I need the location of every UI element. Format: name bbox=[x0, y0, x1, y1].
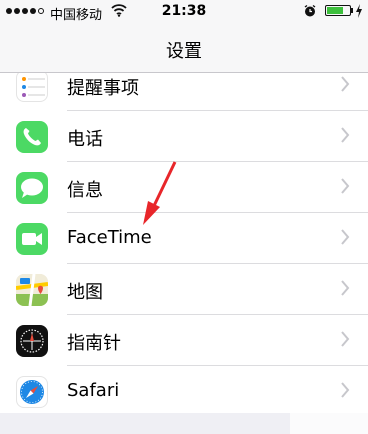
chevron-right-icon bbox=[341, 382, 350, 398]
battery-fill bbox=[327, 7, 343, 14]
page-title: 设置 bbox=[166, 41, 202, 62]
settings-row-label: 地图 bbox=[67, 282, 103, 303]
settings-row-label: 信息 bbox=[67, 180, 103, 201]
compass-icon bbox=[16, 325, 48, 357]
chevron-right-icon bbox=[341, 127, 350, 143]
status-bar: 中国移动 21:38 bbox=[0, 0, 368, 26]
safari-icon bbox=[16, 376, 48, 408]
settings-row-safari[interactable]: Safari bbox=[0, 366, 368, 413]
battery-icon bbox=[325, 5, 351, 16]
battery-tip bbox=[351, 8, 353, 13]
chevron-right-icon bbox=[341, 331, 350, 347]
settings-row-label: 提醒事项 bbox=[67, 78, 139, 99]
phone-icon bbox=[16, 121, 48, 153]
settings-row-label: 指南针 bbox=[67, 333, 121, 354]
settings-row-maps[interactable]: 地图 bbox=[0, 264, 368, 315]
settings-row-label: Safari bbox=[67, 380, 120, 401]
lightning-bolt-icon bbox=[356, 4, 362, 18]
chevron-right-icon bbox=[341, 76, 350, 92]
maps-icon bbox=[16, 274, 48, 306]
settings-list: 提醒事项 电话 信息 FaceTime 地图 指南针 Safari bbox=[0, 73, 368, 413]
chevron-right-icon bbox=[341, 178, 350, 194]
alarm-clock-icon bbox=[304, 4, 316, 17]
settings-row-compass[interactable]: 指南针 bbox=[0, 315, 368, 366]
navigation-bar: 设置 bbox=[0, 26, 368, 73]
settings-row-reminders[interactable]: 提醒事项 bbox=[0, 73, 368, 111]
facetime-icon bbox=[16, 223, 48, 255]
settings-row-label: 电话 bbox=[67, 129, 103, 150]
settings-row-facetime[interactable]: FaceTime bbox=[0, 213, 368, 264]
section-gap bbox=[0, 413, 368, 434]
section-gap-highlight bbox=[290, 413, 368, 434]
chevron-right-icon bbox=[341, 229, 350, 245]
settings-row-messages[interactable]: 信息 bbox=[0, 162, 368, 213]
reminders-icon bbox=[16, 73, 48, 102]
messages-icon bbox=[16, 172, 48, 204]
settings-row-label: FaceTime bbox=[67, 227, 152, 248]
chevron-right-icon bbox=[341, 280, 350, 296]
settings-row-phone[interactable]: 电话 bbox=[0, 111, 368, 162]
